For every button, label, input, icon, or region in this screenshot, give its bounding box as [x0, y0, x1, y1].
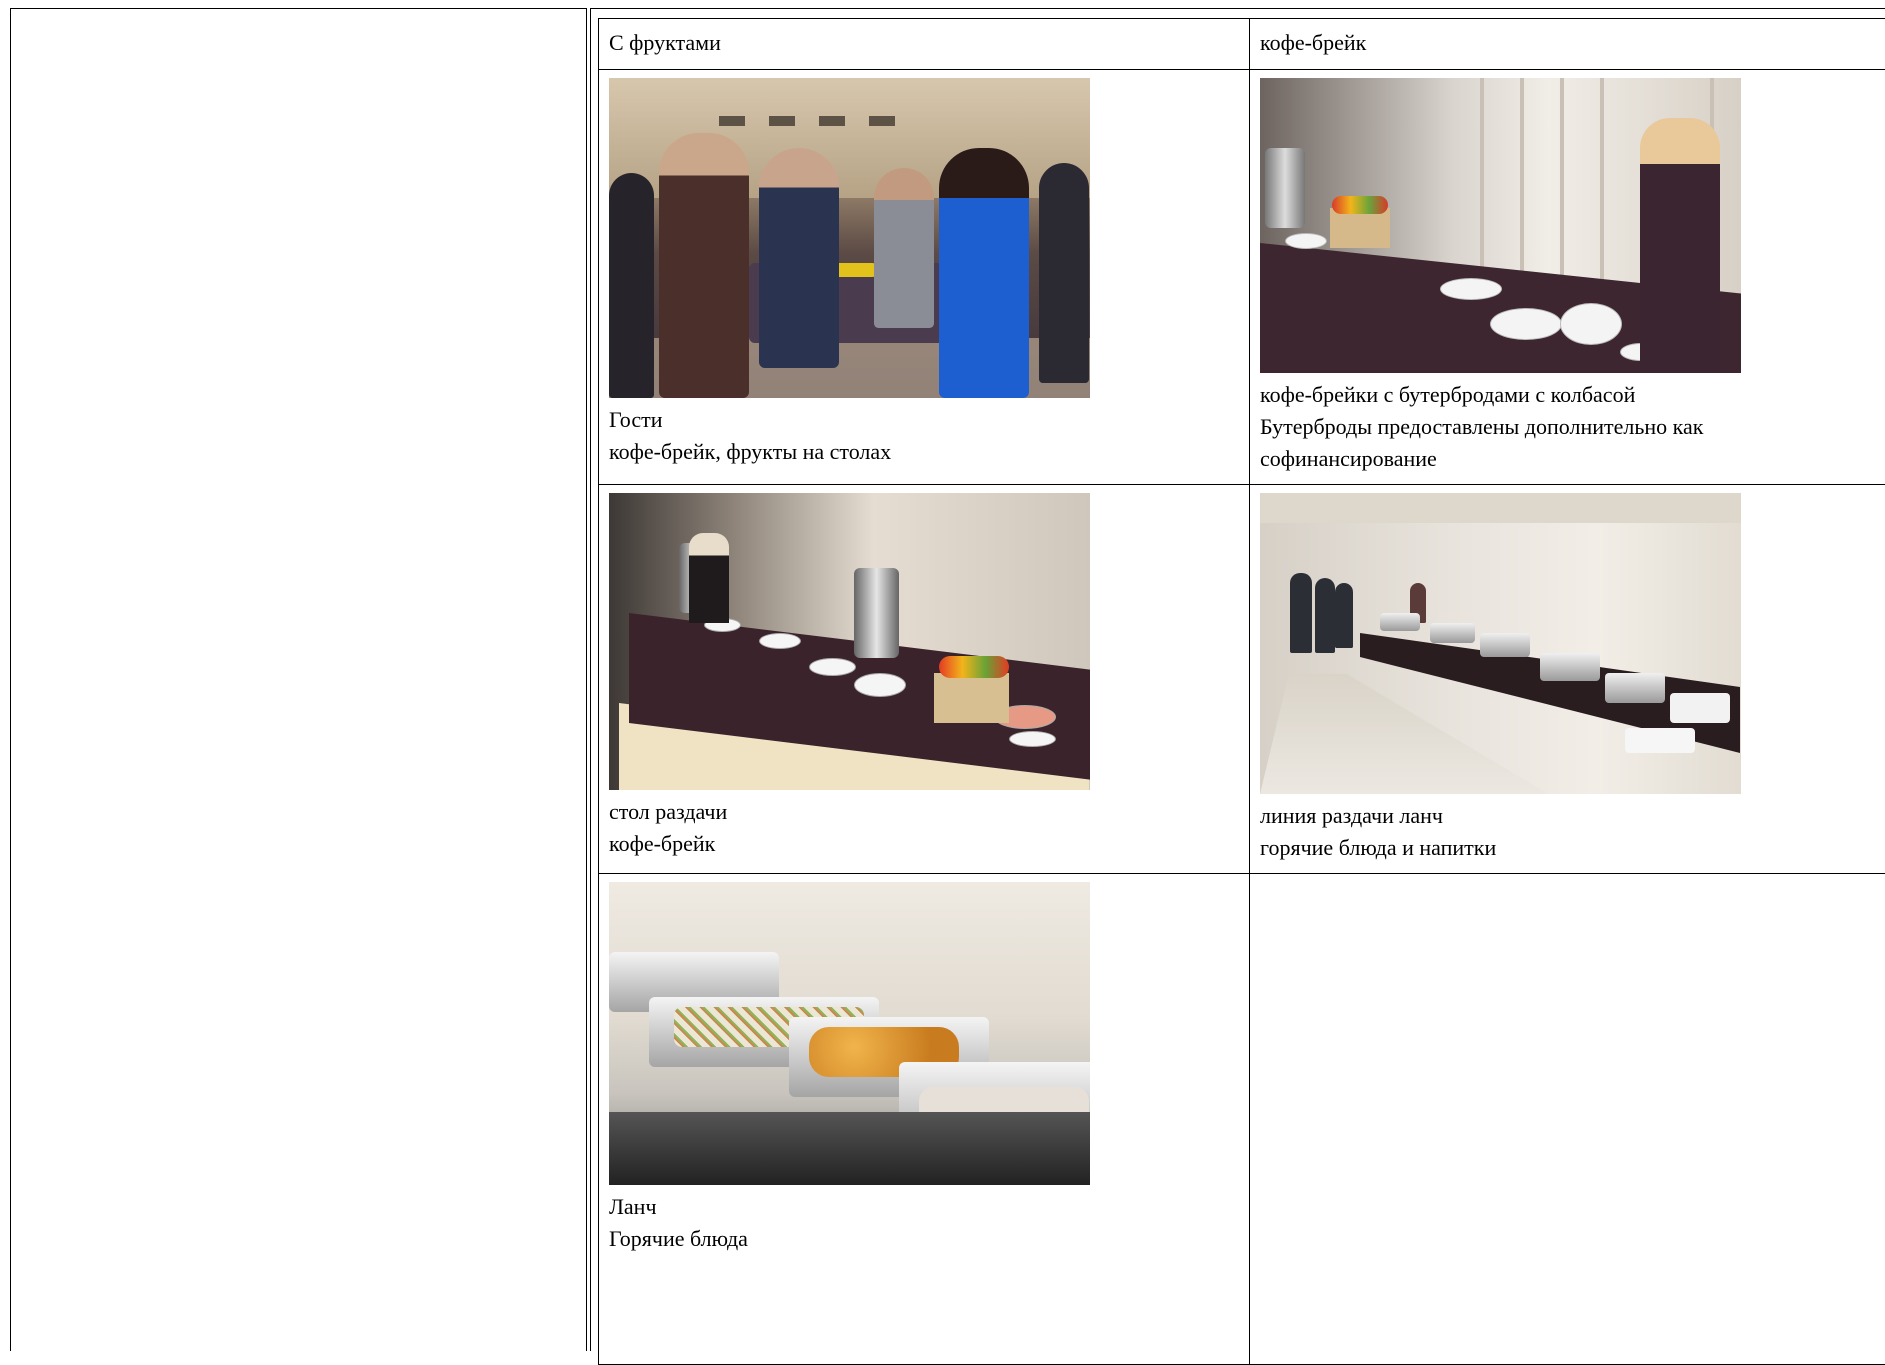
table-row: Гости кофе-брейк, фрукты на столах: [599, 70, 1885, 485]
table-row: Ланч Горячие блюда: [599, 874, 1885, 1365]
header-cell-left: С фруктами: [599, 19, 1250, 70]
photo-caption-title: линия раздачи ланч: [1260, 800, 1875, 832]
header-cell-right: кофе-брейк: [1250, 19, 1885, 70]
left-empty-column: [10, 8, 587, 1351]
photo-caption-title: кофе-брейки с бутербродами с колбасой: [1260, 379, 1875, 411]
photo-caption-text: горячие блюда и напитки: [1260, 832, 1875, 864]
photo-cell: стол раздачи кофе-брейк: [599, 485, 1250, 874]
photo-caption-title: Ланч: [609, 1191, 1239, 1223]
photo-caption-text: софинансирование: [1260, 443, 1875, 475]
photo-caption-text: кофе-брейк, фрукты на столах: [609, 436, 1239, 468]
photo-caption-title: стол раздачи: [609, 796, 1239, 828]
photo-table: С фруктами кофе-брейк Гости кофе: [598, 18, 1885, 1365]
empty-cell: [1250, 874, 1885, 1365]
photo-caption-text: Горячие блюда: [609, 1223, 1239, 1255]
photo-cell: кофе-брейки с бутербродами с колбасой Бу…: [1250, 70, 1885, 485]
photo-caption-title: Гости: [609, 404, 1239, 436]
guests-at-tables-photo: [609, 78, 1090, 398]
hot-dishes-photo: [609, 882, 1090, 1185]
lunch-line-photo: [1260, 493, 1741, 794]
buffet-with-server-photo: [1260, 78, 1741, 373]
serving-table-photo: [609, 493, 1090, 790]
photo-cell: линия раздачи ланч горячие блюда и напит…: [1250, 485, 1885, 874]
table-header-row: С фруктами кофе-брейк: [599, 19, 1885, 70]
table-row: стол раздачи кофе-брейк линия раздачи: [599, 485, 1885, 874]
photo-cell: Ланч Горячие блюда: [599, 874, 1250, 1365]
photo-caption-text: кофе-брейк: [609, 828, 1239, 860]
photo-cell: Гости кофе-брейк, фрукты на столах: [599, 70, 1250, 485]
photo-caption-text: Бутерброды предоставлены дополнительно к…: [1260, 411, 1875, 443]
